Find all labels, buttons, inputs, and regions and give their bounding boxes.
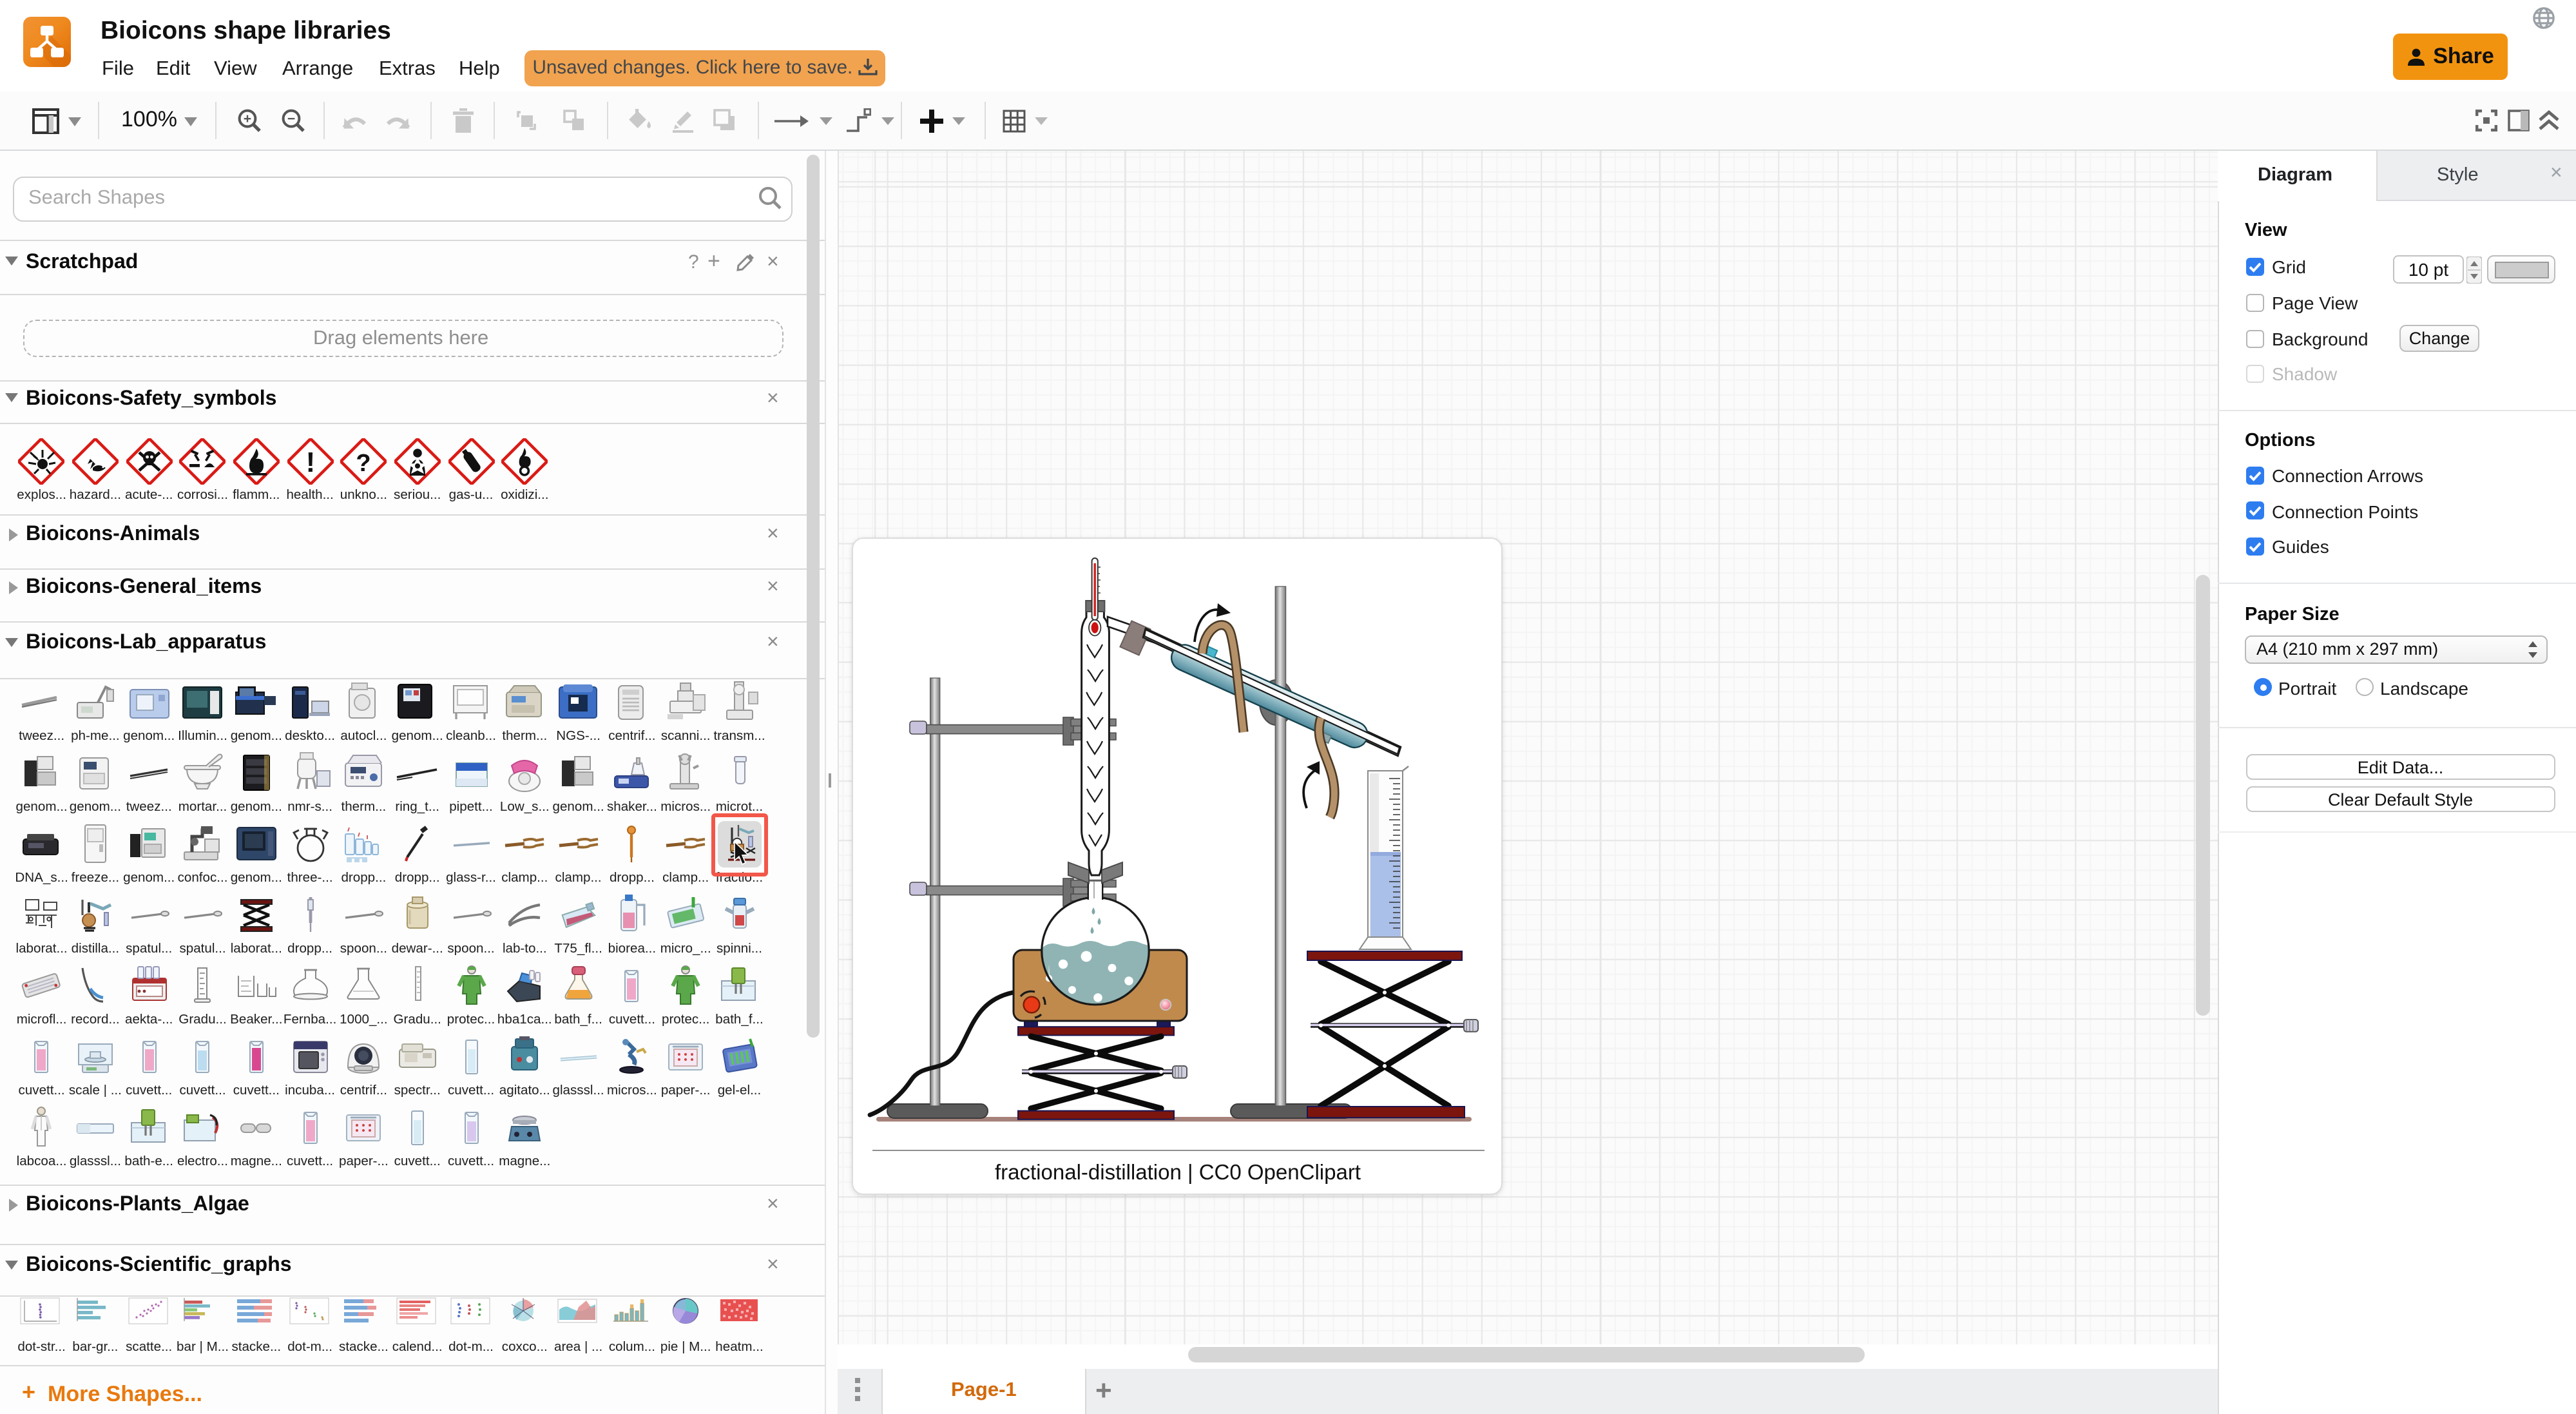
svg-text:−: − xyxy=(287,111,295,126)
svg-text:+: + xyxy=(244,111,251,126)
svg-text:!: ! xyxy=(305,446,315,478)
svg-text:?: ? xyxy=(356,449,371,476)
